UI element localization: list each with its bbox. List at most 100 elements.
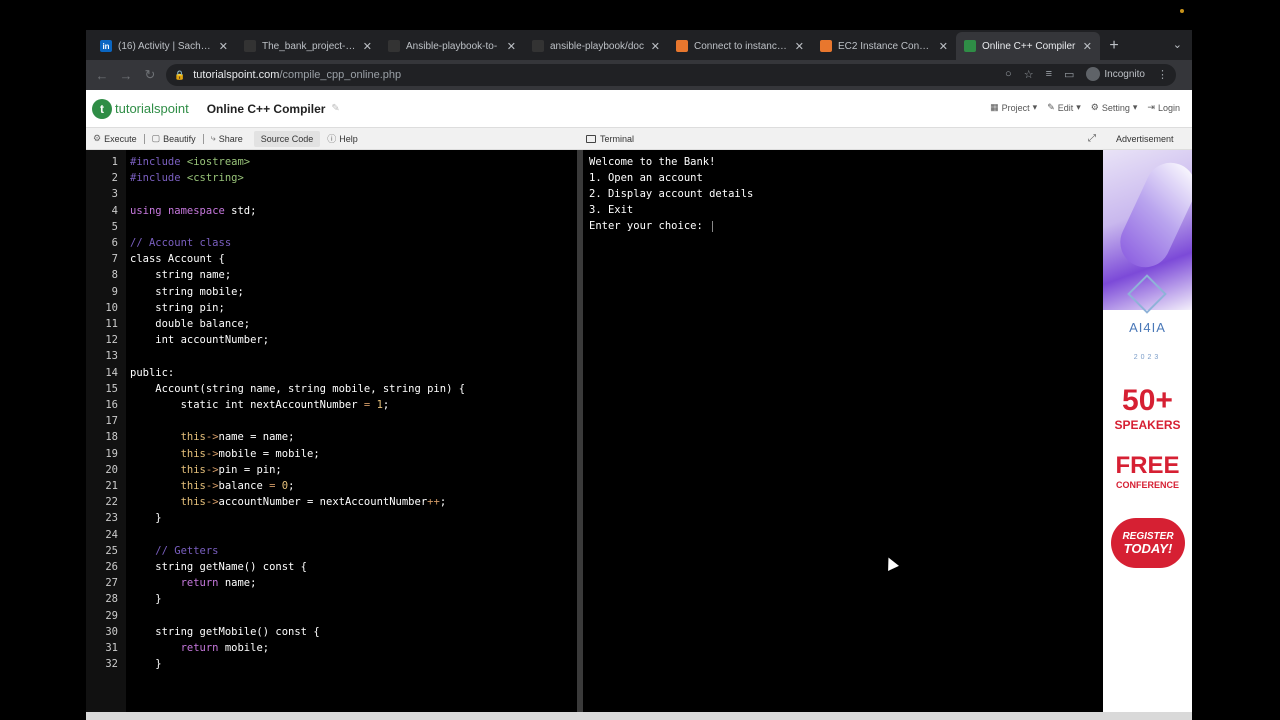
share-button[interactable]: ⤷ Share xyxy=(204,133,250,144)
reload-icon[interactable]: ↻ xyxy=(138,67,162,83)
code-line[interactable]: 11 double balance; xyxy=(86,316,577,332)
tab-close-icon[interactable]: ✕ xyxy=(651,40,660,53)
edit-title-icon[interactable]: ✎ xyxy=(331,103,339,114)
project-menu[interactable]: ▦ Project ▾ xyxy=(990,102,1037,113)
code-line[interactable]: 20 this->pin = pin; xyxy=(86,462,577,478)
new-tab-icon[interactable]: + xyxy=(1100,32,1128,60)
browser-tab[interactable]: Ansible-playbook-to- ✕ xyxy=(380,32,524,60)
code-line[interactable]: 7 class Account { xyxy=(86,251,577,267)
ad-register-button[interactable]: REGISTER TODAY! xyxy=(1111,518,1185,568)
browser-tab[interactable]: EC2 Instance Connect ✕ xyxy=(812,32,956,60)
star-icon[interactable]: ☆ xyxy=(1024,68,1034,81)
code-line[interactable]: 16 static int nextAccountNumber = 1; xyxy=(86,397,577,413)
code-line[interactable]: 18 this->name = name; xyxy=(86,429,577,445)
advertisement-banner[interactable]: AI4IA 2023 50+ SPEAKERS FREE CONFERENCE … xyxy=(1103,150,1192,712)
code-text: string name; xyxy=(130,269,232,282)
browser-tab[interactable]: ansible-playbook/doc ✕ xyxy=(524,32,668,60)
tab-title: The_bank_project-ma xyxy=(262,40,357,52)
site-menu: ▦ Project ▾ ✎ Edit ▾ ⚙ Setting ▾ ⇥ Login xyxy=(990,102,1180,113)
code-line[interactable]: 22 this->accountNumber = nextAccountNumb… xyxy=(86,494,577,510)
tab-close-icon[interactable]: ✕ xyxy=(363,40,372,53)
beautify-icon: ▢ xyxy=(151,133,161,143)
edit-menu[interactable]: ✎ Edit ▾ xyxy=(1047,102,1081,113)
beautify-button[interactable]: ▢ Beautify xyxy=(145,133,203,144)
browser-tab[interactable]: The_bank_project-ma ✕ xyxy=(236,32,380,60)
tab-close-icon[interactable]: ✕ xyxy=(939,40,948,53)
terminal-icon xyxy=(586,135,596,143)
code-text: return mobile; xyxy=(180,642,270,654)
terminal-output[interactable]: Welcome to the Bank! 1. Open an account 2.… xyxy=(583,150,1103,712)
ad-speakers-number: 50+ xyxy=(1122,384,1173,417)
execute-label: Execute xyxy=(104,133,137,144)
code-line[interactable]: 30 string getMobile() const { xyxy=(86,624,577,640)
code-line[interactable]: 12 int accountNumber; xyxy=(86,332,577,348)
code-line[interactable]: 3 xyxy=(86,186,577,202)
line-number: 13 xyxy=(105,350,118,363)
code-line[interactable]: 14 public: xyxy=(86,365,577,381)
ec2-icon xyxy=(820,40,832,52)
help-button[interactable]: ⓘ Help xyxy=(320,132,365,145)
terminal-line: Welcome to the Bank! xyxy=(589,156,716,168)
code-line[interactable]: 27 return name; xyxy=(86,575,577,591)
address-bar[interactable]: 🔒 tutorialspoint.com/compile_cpp_online.… xyxy=(166,64,1176,86)
tab-close-icon[interactable]: ✕ xyxy=(1083,40,1092,53)
tab-close-icon[interactable]: ✕ xyxy=(795,40,804,53)
code-line[interactable]: 17 xyxy=(86,413,577,429)
browser-menu-icon[interactable]: ⋮ xyxy=(1157,68,1168,81)
back-icon[interactable]: ← xyxy=(90,68,114,83)
ad-arm-shape xyxy=(1112,154,1192,276)
line-number: 10 xyxy=(105,301,118,314)
tab-search-icon[interactable]: ⌄ xyxy=(1173,38,1182,51)
code-line[interactable]: 21 this->balance = 0; xyxy=(86,478,577,494)
code-line[interactable]: 32 } xyxy=(86,656,577,672)
code-line[interactable]: 1 #include <iostream> xyxy=(86,154,577,170)
browser-tab[interactable]: in (16) Activity | Sachin S ✕ xyxy=(92,32,236,60)
code-line[interactable]: 8 string name; xyxy=(86,267,577,283)
code-text: public: xyxy=(130,366,175,379)
code-editor[interactable]: 1 #include <iostream> 2 #include <cstring> 3… xyxy=(86,150,577,712)
execute-button[interactable]: ⚙ Execute xyxy=(86,133,144,144)
code-line[interactable]: 10 string pin; xyxy=(86,300,577,316)
code-line[interactable]: 9 string mobile; xyxy=(86,284,577,300)
code-line[interactable]: 4 using namespace std; xyxy=(86,203,577,219)
source-code-button[interactable]: Source Code xyxy=(253,130,321,147)
browser-tab[interactable]: Connect to instance | E ✕ xyxy=(668,32,812,60)
grid-icon: ▦ xyxy=(990,102,999,112)
page-title: Online C++ Compiler xyxy=(206,101,326,116)
ad-year: 2023 xyxy=(1133,354,1162,361)
browser-tab[interactable]: Online C++ Compiler ✕ xyxy=(956,32,1100,60)
code-line[interactable]: 31 return mobile; xyxy=(86,640,577,656)
code-line[interactable]: 26 string getName() const { xyxy=(86,559,577,575)
code-text: string getName() const { xyxy=(130,561,308,573)
login-link[interactable]: ⇥ Login xyxy=(1147,102,1180,113)
code-line[interactable]: 24 xyxy=(86,527,577,543)
expand-icon[interactable]: ⤢ xyxy=(1088,133,1096,144)
code-line[interactable]: 6 // Account class xyxy=(86,235,577,251)
logo-mark-icon: t xyxy=(92,98,112,119)
setting-menu[interactable]: ⚙ Setting ▾ xyxy=(1091,102,1138,113)
tab-title: Online C++ Compiler xyxy=(982,40,1076,52)
code-line[interactable]: 25 // Getters xyxy=(86,543,577,559)
line-number: 29 xyxy=(105,609,118,622)
forward-icon[interactable]: → xyxy=(114,68,138,83)
code-icon xyxy=(964,40,976,52)
sidebar-icon[interactable]: ▭ xyxy=(1064,68,1074,81)
code-line[interactable]: 13 xyxy=(86,348,577,364)
code-line[interactable]: 15 Account(string name, string mobile, s… xyxy=(86,381,577,397)
incognito-badge[interactable]: Incognito xyxy=(1086,67,1145,81)
terminal-tab[interactable]: Terminal xyxy=(586,128,634,150)
tab-close-icon[interactable]: ✕ xyxy=(219,40,228,53)
code-line[interactable]: 5 xyxy=(86,219,577,235)
code-text: static int nextAccountNumber = 1; xyxy=(130,399,390,411)
code-line[interactable]: 19 this->mobile = mobile; xyxy=(86,446,577,462)
tab-close-icon[interactable]: ✕ xyxy=(507,40,516,53)
code-line[interactable]: 29 xyxy=(86,608,577,624)
code-line[interactable]: 28 } xyxy=(86,591,577,607)
code-line[interactable]: 23 } xyxy=(86,510,577,526)
code-line[interactable]: 2 #include <cstring> xyxy=(86,170,577,186)
tab-title: ansible-playbook/doc xyxy=(550,40,644,52)
site-logo[interactable]: t tutorialspoint xyxy=(92,98,189,119)
eye-off-icon[interactable]: ○ xyxy=(1005,68,1012,80)
line-number: 15 xyxy=(105,382,118,395)
tab-list-icon[interactable]: ≡ xyxy=(1046,68,1052,80)
